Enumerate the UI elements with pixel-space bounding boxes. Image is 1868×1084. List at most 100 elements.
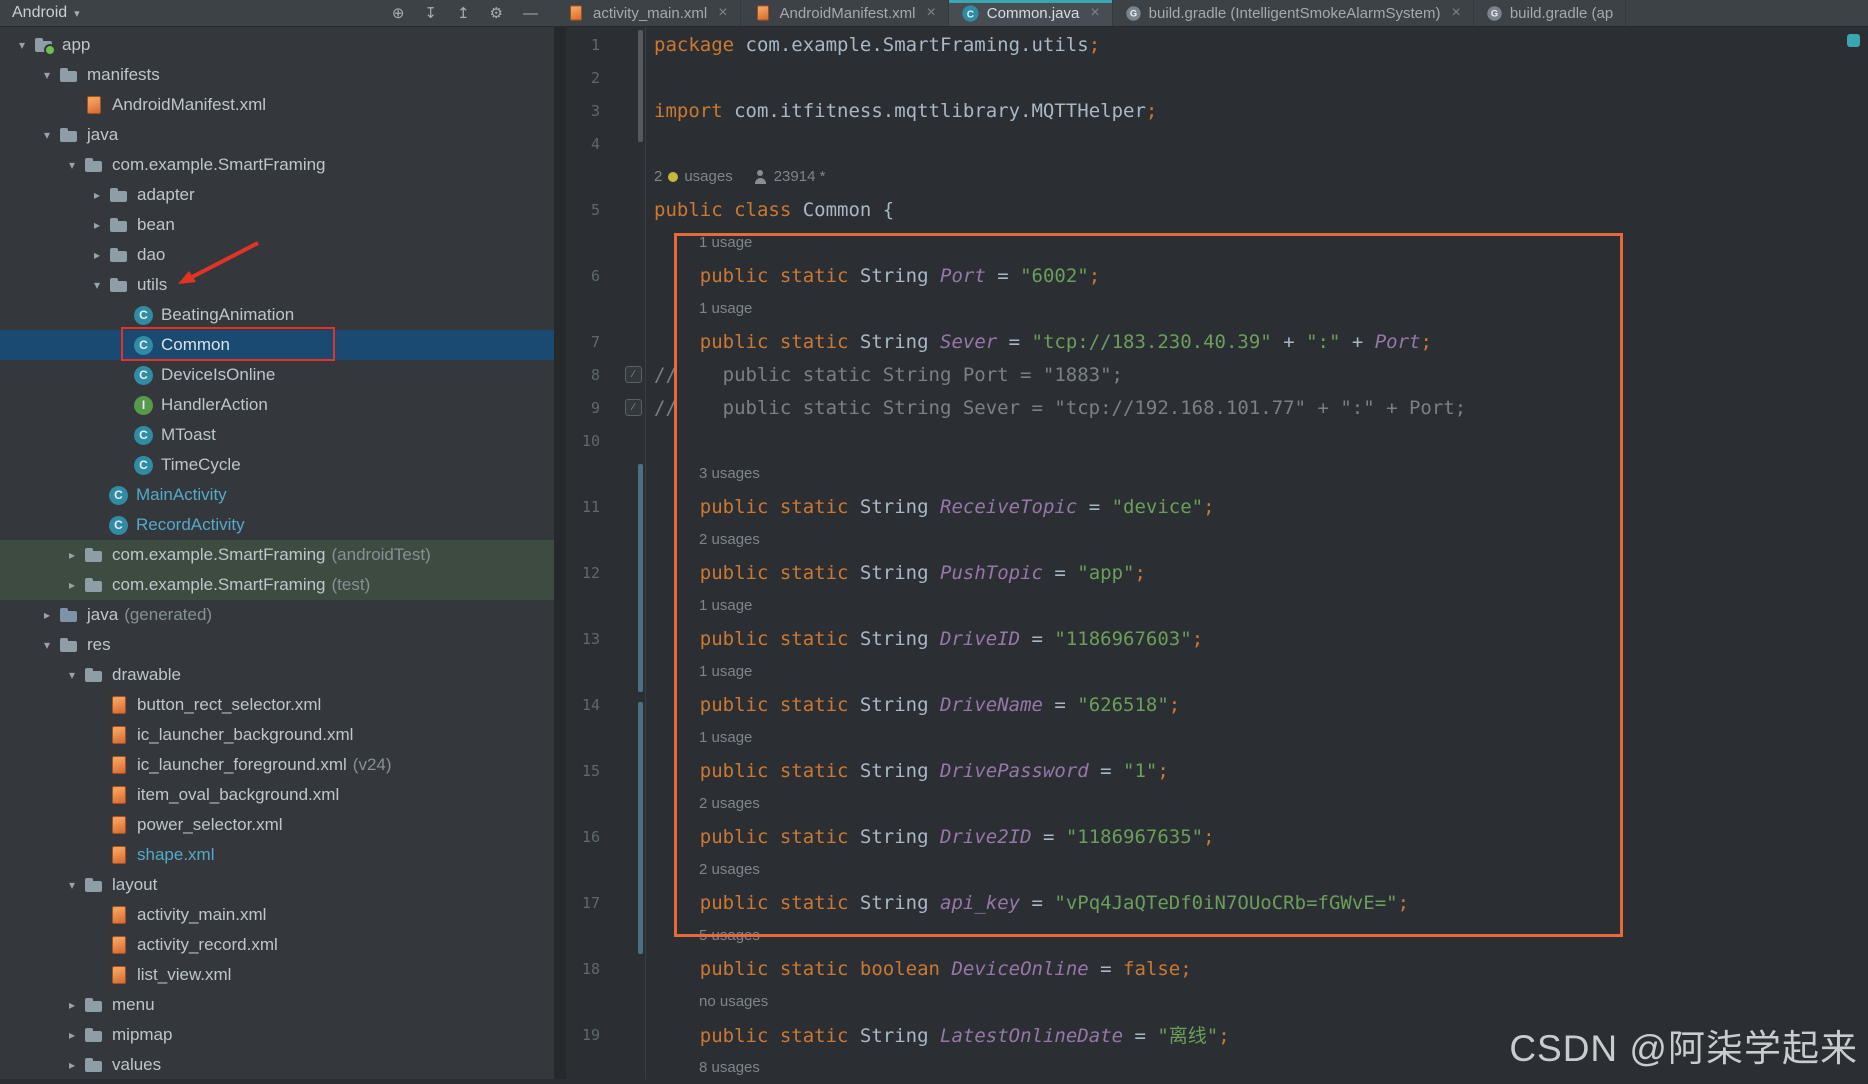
- chevron-down-icon[interactable]: ▾: [85, 278, 109, 292]
- tree-item-handleraction[interactable]: IHandlerAction: [0, 390, 554, 420]
- chevron-right-icon[interactable]: ▸: [85, 218, 109, 232]
- tree-item-ic-launcher-background-xml[interactable]: ic_launcher_background.xml: [0, 720, 554, 750]
- class-icon: C: [134, 336, 153, 355]
- tab-build-gradle-intelligentsmokealarmsystem[interactable]: Gbuild.gradle (IntelligentSmokeAlarmSyst…: [1113, 0, 1474, 26]
- chevron-right-icon[interactable]: ▸: [85, 248, 109, 262]
- collapse-all-icon[interactable]: ↥: [457, 6, 470, 21]
- tree-item-list-view-xml[interactable]: list_view.xml: [0, 960, 554, 990]
- inlay-hint-usages[interactable]: 1 usage: [646, 729, 752, 746]
- tree-item-recordactivity[interactable]: CRecordActivity: [0, 510, 554, 540]
- chevron-down-icon[interactable]: ▾: [35, 68, 59, 82]
- editor-pane[interactable]: 1package com.example.SmartFraming.utils;…: [566, 26, 1868, 1079]
- tab-activity-main-xml[interactable]: activity_main.xml×: [554, 0, 741, 26]
- locate-file-icon[interactable]: ⊕: [392, 6, 405, 21]
- tree-item-layout[interactable]: ▾layout: [0, 870, 554, 900]
- tree-item-adapter[interactable]: ▸adapter: [0, 180, 554, 210]
- tree-item-res[interactable]: ▾res: [0, 630, 554, 660]
- inlay-hint-usages[interactable]: no usages: [646, 993, 768, 1010]
- chevron-down-icon[interactable]: ▾: [60, 158, 84, 172]
- line-number: 8: [566, 366, 600, 384]
- close-icon[interactable]: ×: [718, 4, 727, 22]
- tree-item-activity-record-xml[interactable]: activity_record.xml: [0, 930, 554, 960]
- tree-item-mipmap[interactable]: ▸mipmap: [0, 1020, 554, 1050]
- code-token: +: [1340, 331, 1374, 353]
- tree-item-com-example-smartframing[interactable]: ▾com.example.SmartFraming: [0, 150, 554, 180]
- settings-gear-icon[interactable]: ⚙: [490, 6, 503, 21]
- fold-marker-icon[interactable]: ∕: [625, 399, 642, 416]
- inlay-hint-usages[interactable]: 2usages23914 *: [646, 168, 825, 185]
- tree-item-label: HandlerAction: [161, 395, 268, 415]
- tab-androidmanifest-xml[interactable]: AndroidManifest.xml×: [741, 0, 949, 26]
- code-line: package com.example.SmartFraming.utils;: [646, 34, 1100, 56]
- tree-item-power-selector-xml[interactable]: power_selector.xml: [0, 810, 554, 840]
- chevron-down-icon[interactable]: ▾: [60, 878, 84, 892]
- tree-item-beatinganimation[interactable]: CBeatingAnimation: [0, 300, 554, 330]
- tree-item-java-generated[interactable]: ▸java(generated): [0, 600, 554, 630]
- tree-item-activity-main-xml[interactable]: activity_main.xml: [0, 900, 554, 930]
- chevron-right-icon[interactable]: ▸: [60, 578, 84, 592]
- watermark: CSDN @阿柒学起来: [1509, 1018, 1858, 1072]
- chevron-right-icon[interactable]: ▸: [60, 548, 84, 562]
- line-number: 17: [566, 894, 600, 912]
- inlay-hint-usages[interactable]: 1 usage: [646, 300, 752, 317]
- hide-panel-icon[interactable]: —: [523, 6, 538, 21]
- tree-item-java[interactable]: ▾java: [0, 120, 554, 150]
- chevron-right-icon[interactable]: ▸: [60, 998, 84, 1012]
- tree-item-app[interactable]: ▾app: [0, 30, 554, 60]
- chevron-down-icon[interactable]: ▾: [10, 38, 34, 52]
- inlay-hint-usages[interactable]: 2 usages: [646, 861, 760, 878]
- chevron-right-icon[interactable]: ▸: [60, 1058, 84, 1072]
- panel-divider[interactable]: [554, 26, 566, 1079]
- tree-item-com-example-smartframing-androidtest[interactable]: ▸com.example.SmartFraming(androidTest): [0, 540, 554, 570]
- tree-item-values[interactable]: ▸values: [0, 1050, 554, 1079]
- project-view-selector[interactable]: Android ▾: [12, 4, 80, 22]
- tree-item-com-example-smartframing-test[interactable]: ▸com.example.SmartFraming(test): [0, 570, 554, 600]
- inlay-hint-usages[interactable]: 3 usages: [646, 465, 760, 482]
- tree-item-menu[interactable]: ▸menu: [0, 990, 554, 1020]
- inlay-hint-usages[interactable]: 8 usages: [646, 1059, 760, 1076]
- editor-row: 1 usage: [566, 292, 1868, 325]
- code-token: =: [1020, 628, 1054, 650]
- chevron-down-icon[interactable]: ▾: [35, 128, 59, 142]
- fold-marker-icon[interactable]: ∕: [625, 366, 642, 383]
- chevron-right-icon[interactable]: ▸: [85, 188, 109, 202]
- close-icon[interactable]: ×: [1451, 4, 1460, 22]
- editor-code[interactable]: 1package com.example.SmartFraming.utils;…: [566, 28, 1868, 1084]
- inlay-hint-usages[interactable]: 2 usages: [646, 531, 760, 548]
- tree-item-utils[interactable]: ▾utils: [0, 270, 554, 300]
- inlay-hint-usages[interactable]: 2 usages: [646, 795, 760, 812]
- editor-row: 12 public static String PushTopic = "app…: [566, 556, 1868, 589]
- code-token: String: [848, 265, 940, 287]
- tree-item-drawable[interactable]: ▾drawable: [0, 660, 554, 690]
- tree-item-mainactivity[interactable]: CMainActivity: [0, 480, 554, 510]
- tree-item-item-oval-background-xml[interactable]: item_oval_background.xml: [0, 780, 554, 810]
- chevron-down-icon[interactable]: ▾: [35, 638, 59, 652]
- chevron-right-icon[interactable]: ▸: [35, 608, 59, 622]
- tree-item-deviceisonline[interactable]: CDeviceIsOnline: [0, 360, 554, 390]
- tree-item-dao[interactable]: ▸dao: [0, 240, 554, 270]
- close-icon[interactable]: ×: [926, 4, 935, 22]
- xml-icon: [109, 815, 129, 835]
- scroll-from-source-icon[interactable]: ↧: [424, 6, 437, 21]
- project-tree[interactable]: ▾app▾manifestsAndroidManifest.xml▾java▾c…: [0, 26, 554, 1079]
- inlay-hint-usages[interactable]: 5 usages: [646, 927, 760, 944]
- close-icon[interactable]: ×: [1090, 4, 1099, 22]
- tree-item-ic-launcher-foreground-xml-v24[interactable]: ic_launcher_foreground.xml(v24): [0, 750, 554, 780]
- tab-common-java[interactable]: CCommon.java×: [949, 0, 1113, 26]
- tree-item-manifests[interactable]: ▾manifests: [0, 60, 554, 90]
- tree-item-common[interactable]: CCommon: [0, 330, 554, 360]
- tree-item-androidmanifest-xml[interactable]: AndroidManifest.xml: [0, 90, 554, 120]
- code-token: import: [654, 100, 723, 122]
- inlay-hint-usages[interactable]: 1 usage: [646, 663, 752, 680]
- inlay-hint-usages[interactable]: 1 usage: [646, 234, 752, 251]
- tree-item-shape-xml[interactable]: shape.xml: [0, 840, 554, 870]
- tree-item-timecycle[interactable]: CTimeCycle: [0, 450, 554, 480]
- tree-item-mtoast[interactable]: CMToast: [0, 420, 554, 450]
- tree-item-bean[interactable]: ▸bean: [0, 210, 554, 240]
- chevron-right-icon[interactable]: ▸: [60, 1028, 84, 1042]
- chevron-down-icon[interactable]: ▾: [60, 668, 84, 682]
- tab-build-gradle-ap[interactable]: Gbuild.gradle (ap: [1474, 0, 1626, 26]
- inlay-hint-usages[interactable]: 1 usage: [646, 597, 752, 614]
- tree-item-button-rect-selector-xml[interactable]: button_rect_selector.xml: [0, 690, 554, 720]
- inspections-widget-icon[interactable]: [1847, 34, 1860, 47]
